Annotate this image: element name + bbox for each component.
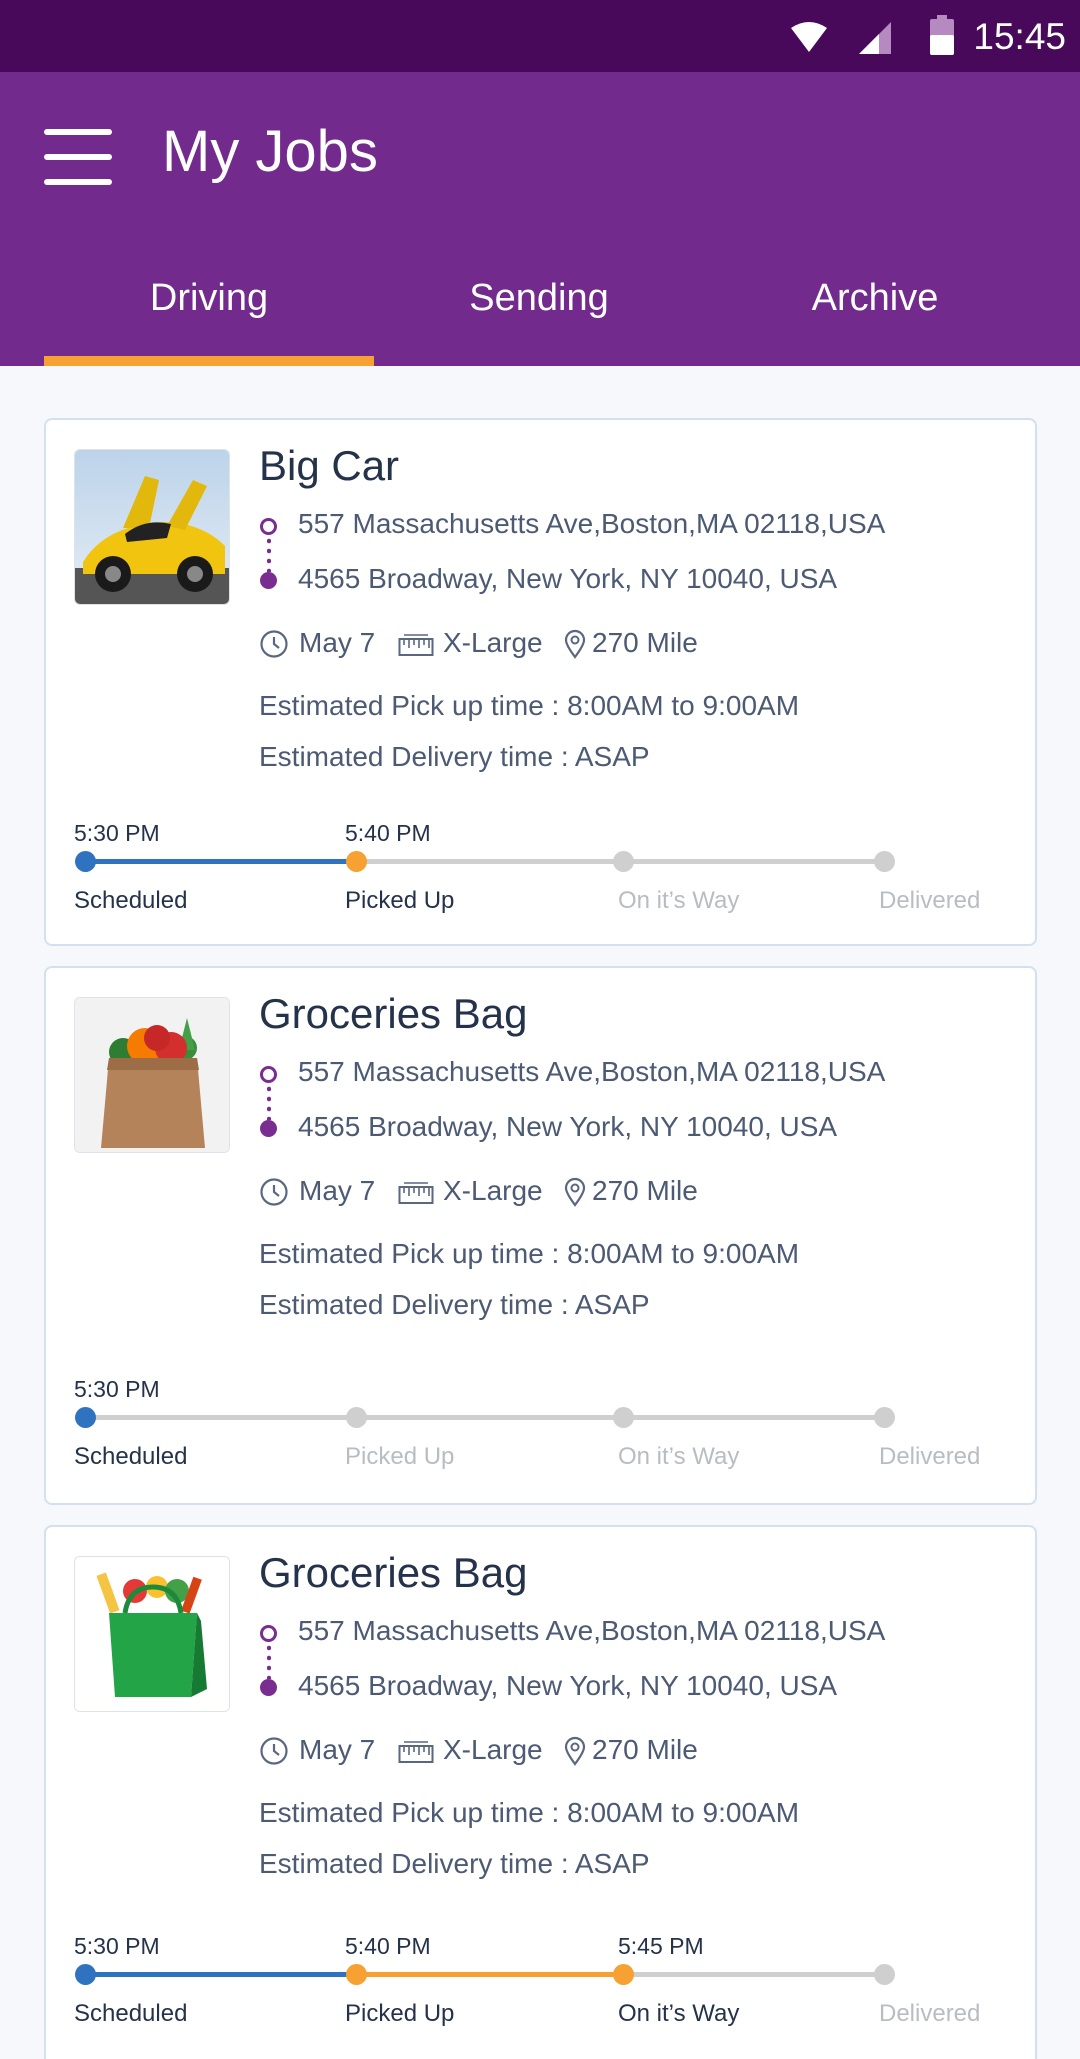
tab-archive[interactable]: Archive xyxy=(710,272,1040,366)
tab-sending-label: Sending xyxy=(469,277,609,319)
timeline-dot xyxy=(346,851,367,872)
timeline-stage-label: On it’s Way xyxy=(618,2000,740,2027)
timeline-dot xyxy=(874,1407,895,1428)
timeline-stage-label: On it’s Way xyxy=(618,887,740,914)
timeline-dot xyxy=(613,1407,634,1428)
timeline-dot xyxy=(75,851,96,872)
timeline-stage-label: Picked Up xyxy=(345,1443,455,1470)
timeline-stage-label: Picked Up xyxy=(345,2000,455,2027)
timeline-stage-label: Delivered xyxy=(879,1443,981,1470)
hamburger-menu-icon[interactable] xyxy=(44,129,112,185)
timeline-time: 5:30 PM xyxy=(74,1933,160,1959)
job-card[interactable]: Big Car 557 Massachusetts Ave,Boston,MA … xyxy=(44,418,1037,946)
timeline-stage-label: Picked Up xyxy=(345,887,455,914)
timeline-time: 5:45 PM xyxy=(618,1933,704,1959)
timeline-stage-label: Delivered xyxy=(879,2000,981,2027)
timeline-stage-label: Scheduled xyxy=(74,887,188,914)
timeline-segment xyxy=(623,859,884,864)
timeline-dot xyxy=(346,1964,367,1985)
page-title: My Jobs xyxy=(162,119,378,184)
progress-timeline: 5:30 PM Scheduled 5:40 PM Picked Up On it’s … xyxy=(46,420,1035,944)
timeline-time: 5:40 PM xyxy=(345,820,431,846)
app-bar: My Jobs Driving Sending Archive xyxy=(0,72,1080,366)
timeline-stage-label: Scheduled xyxy=(74,2000,188,2027)
cell-signal-icon xyxy=(859,22,891,54)
timeline-stage-label: Scheduled xyxy=(74,1443,188,1470)
timeline-time: 5:40 PM xyxy=(345,1933,431,1959)
wifi-icon xyxy=(791,22,827,52)
timeline-dot xyxy=(75,1964,96,1985)
tab-sending[interactable]: Sending xyxy=(374,272,704,366)
tab-driving[interactable]: Driving xyxy=(44,272,374,366)
timeline-segment xyxy=(85,1415,356,1420)
timeline-segment xyxy=(356,1972,623,1977)
job-card[interactable]: Groceries Bag 557 Massachusetts Ave,Bost… xyxy=(44,966,1037,1505)
timeline-time: 5:30 PM xyxy=(74,820,160,846)
timeline-segment xyxy=(623,1415,884,1420)
battery-icon xyxy=(930,15,954,55)
timeline-dot xyxy=(874,851,895,872)
timeline-dot xyxy=(75,1407,96,1428)
timeline-time: 5:30 PM xyxy=(74,1376,160,1402)
progress-timeline: 5:30 PM Scheduled 5:40 PM Picked Up 5:45 PM O… xyxy=(46,1533,1035,2059)
timeline-dot xyxy=(613,1964,634,1985)
timeline-stage-label: On it’s Way xyxy=(618,1443,740,1470)
tab-archive-label: Archive xyxy=(811,277,939,319)
timeline-segment xyxy=(85,859,356,864)
timeline-segment xyxy=(85,1972,356,1977)
progress-timeline: 5:30 PM Scheduled Picked Up On it’s Way Deli… xyxy=(46,976,1035,1511)
timeline-segment xyxy=(356,859,623,864)
timeline-dot xyxy=(346,1407,367,1428)
job-card[interactable]: Groceries Bag 557 Massachusetts Ave,Bost… xyxy=(44,1525,1037,2059)
status-bar: 15:45 xyxy=(0,0,1080,72)
tab-driving-label: Driving xyxy=(149,277,269,319)
timeline-segment xyxy=(623,1972,884,1977)
clock: 15:45 xyxy=(973,16,1066,57)
timeline-dot xyxy=(613,851,634,872)
timeline-stage-label: Delivered xyxy=(879,887,981,914)
timeline-dot xyxy=(874,1964,895,1985)
timeline-segment xyxy=(356,1415,623,1420)
